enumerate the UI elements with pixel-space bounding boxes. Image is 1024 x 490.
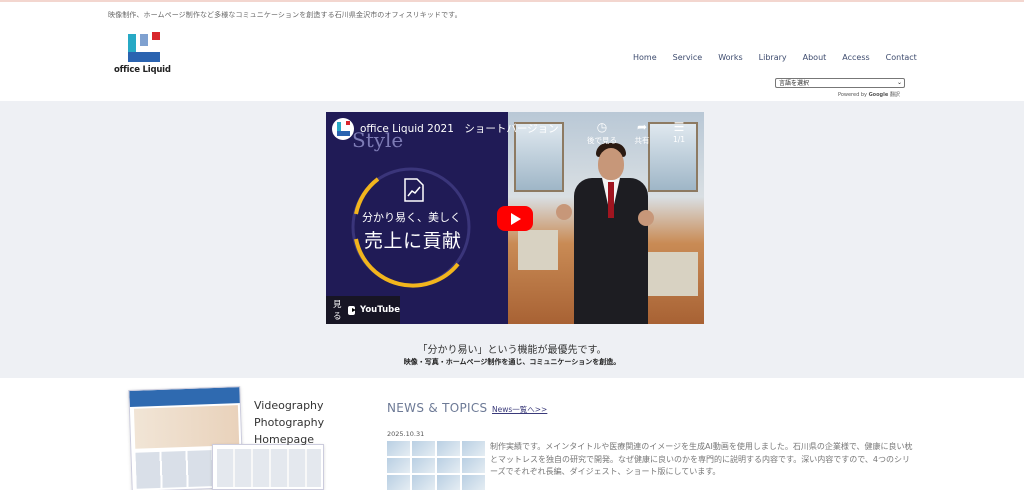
youtube-video-player[interactable]: Style 分かり易く、美しく 売上に貢献 office Liquid 2021… (326, 112, 704, 324)
slogan-big: 売上に貢献 (364, 230, 462, 252)
news-heading: NEWS & TOPICS (387, 401, 488, 415)
share-label: 共有 (634, 136, 650, 145)
services-list: Videography Photography Homepage (254, 397, 324, 448)
businessman-tie (608, 182, 614, 218)
share-arrow-icon: ➦ (636, 120, 648, 134)
hero-caption-sub: 映像・写真・ホームページ制作を通じ、コミュニケーションを創造。 (403, 358, 621, 366)
nav-works[interactable]: Works (718, 53, 742, 62)
service-photography[interactable]: Photography (254, 414, 324, 431)
google-logo-icon: Google (868, 92, 889, 98)
channel-avatar[interactable] (332, 118, 354, 140)
top-accent-line (0, 0, 1024, 2)
video-title[interactable]: office Liquid 2021 ショートバージョン (360, 121, 559, 136)
playlist-icon: ☰ (673, 120, 685, 134)
main-nav: Home Service Works Library About Access … (633, 53, 933, 62)
news-date: 2025.10.31 (387, 430, 425, 438)
site-logo[interactable]: office Liquid (112, 32, 176, 78)
hero-section: Style 分かり易く、美しく 売上に貢献 office Liquid 2021… (0, 101, 1024, 378)
watch-later-button[interactable]: ◷ 後で見る (584, 120, 620, 146)
language-select[interactable]: 言語を選択 ⌄ (775, 78, 905, 88)
youtube-wordmark: YouTube (359, 305, 400, 315)
portfolio-photo-website (212, 444, 324, 490)
chevron-down-icon: ⌄ (896, 79, 902, 86)
playlist-count: 1/1 (672, 135, 686, 144)
nav-about[interactable]: About (803, 53, 827, 62)
playlist-button[interactable]: ☰ 1/1 (661, 120, 697, 144)
clock-icon: ◷ (596, 120, 608, 134)
share-button[interactable]: ➦ 共有 (624, 120, 660, 146)
logo-wordmark: office Liquid (114, 65, 171, 75)
watch-on-label: 見る (333, 300, 342, 322)
nav-library[interactable]: Library (759, 53, 787, 62)
nav-contact[interactable]: Contact (886, 53, 917, 62)
site-tagline: 映像制作、ホームページ制作など多様なコミュニケーションを創造する石川県金沢市のオ… (108, 11, 462, 19)
youtube-logo-icon (347, 305, 356, 315)
play-button[interactable] (497, 206, 533, 231)
service-homepage[interactable]: Homepage (254, 431, 324, 448)
office-liquid-logo-icon (128, 32, 160, 62)
news-item-text[interactable]: 制作実績です。メインタイトルや医療関連のイメージを生成AI動画を使用しました。石… (490, 441, 914, 479)
growth-chart-icon (404, 178, 424, 202)
google-translate-credit: Powered by Google 翻訳 (838, 91, 900, 98)
watch-later-label: 後で見る (587, 136, 617, 145)
hero-caption-main: 「分かり易い」という機能が最優先です。 (417, 345, 607, 356)
language-select-value: 言語を選択 (779, 80, 810, 87)
channel-logo-icon (337, 121, 350, 136)
office-cabinet (518, 230, 558, 270)
businessman-fist (556, 204, 572, 220)
news-thumbnail[interactable] (387, 441, 485, 490)
service-videography[interactable]: Videography (254, 397, 324, 414)
nav-service[interactable]: Service (673, 53, 703, 62)
nav-access[interactable]: Access (842, 53, 869, 62)
businessman-head (598, 148, 624, 180)
nav-home[interactable]: Home (633, 53, 657, 62)
powered-by-label: Powered by (838, 92, 867, 98)
translate-link[interactable]: 翻訳 (890, 92, 900, 98)
news-list-link[interactable]: News一覧へ>> (492, 404, 547, 415)
office-desk (648, 252, 698, 296)
businessman-fist (638, 210, 654, 226)
watch-on-youtube-button[interactable]: 見る YouTube (326, 296, 400, 324)
slogan-small: 分かり易く、美しく (362, 211, 461, 224)
